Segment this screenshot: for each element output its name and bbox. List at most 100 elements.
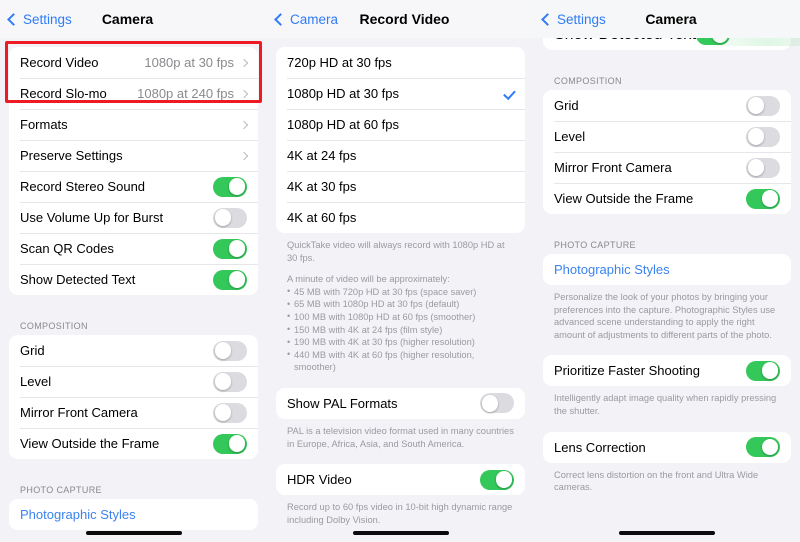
row-show-detected-text[interactable]: Show Detected Text bbox=[9, 264, 258, 295]
option-720p-30[interactable]: 720p HD at 30 fps bbox=[276, 47, 525, 78]
toggle-level[interactable] bbox=[213, 371, 247, 392]
row-label: Preserve Settings bbox=[20, 148, 123, 163]
row-hdr-video[interactable]: HDR Video bbox=[276, 464, 525, 496]
row-formats[interactable]: Formats bbox=[9, 109, 258, 140]
row-show-pal-formats[interactable]: Show PAL Formats bbox=[276, 387, 525, 419]
row-mirror-front-camera[interactable]: Mirror Front Camera bbox=[543, 152, 791, 183]
chevron-right-icon bbox=[239, 89, 249, 98]
row-label: Mirror Front Camera bbox=[20, 405, 138, 420]
row-photographic-styles[interactable]: Photographic Styles bbox=[9, 499, 258, 530]
back-button-camera[interactable]: Camera bbox=[267, 12, 338, 27]
row-label: Photographic Styles bbox=[554, 262, 670, 277]
hdr-video-group: HDR Video bbox=[276, 464, 525, 496]
toggle-level[interactable] bbox=[746, 126, 780, 147]
toggle-grid[interactable] bbox=[746, 95, 780, 116]
panel-camera-settings-scrolled: Settings Camera Show Detected Text COMPO… bbox=[534, 0, 800, 542]
toggle-show-pal-formats[interactable] bbox=[480, 393, 514, 414]
toggle-mirror-front-camera[interactable] bbox=[746, 157, 780, 178]
settings-scroll-area[interactable]: Show Detected Text COMPOSITION Grid Leve… bbox=[534, 38, 800, 542]
row-view-outside-the-frame[interactable]: View Outside the Frame bbox=[9, 428, 258, 459]
row-label: Record Slo-mo bbox=[20, 86, 107, 101]
option-label: 1080p HD at 60 fps bbox=[287, 117, 400, 132]
toggle-scan-qr-codes[interactable] bbox=[213, 238, 247, 259]
section-header-photo-capture: PHOTO CAPTURE bbox=[554, 240, 636, 250]
row-photographic-styles[interactable]: Photographic Styles bbox=[543, 254, 791, 285]
toggle-view-outside-the-frame[interactable] bbox=[746, 188, 780, 209]
toggle-grid[interactable] bbox=[213, 340, 247, 361]
row-label: Use Volume Up for Burst bbox=[20, 210, 164, 225]
chevron-right-icon bbox=[239, 151, 249, 160]
row-label: Prioritize Faster Shooting bbox=[554, 363, 700, 379]
prioritize-faster-shooting-group: Prioritize Faster Shooting bbox=[543, 355, 791, 387]
size-bullet: 150 MB with 4K at 24 fps (film style) bbox=[287, 323, 514, 337]
camera-main-group: Record Video 1080p at 30 fps Record Slo-… bbox=[9, 47, 258, 295]
option-label: 1080p HD at 30 fps bbox=[287, 86, 400, 101]
back-button-settings[interactable]: Settings bbox=[0, 12, 72, 27]
row-record-slo-mo[interactable]: Record Slo-mo 1080p at 240 fps bbox=[9, 78, 258, 109]
row-scan-qr-codes[interactable]: Scan QR Codes bbox=[9, 233, 258, 264]
row-view-outside-the-frame[interactable]: View Outside the Frame bbox=[543, 183, 791, 214]
size-bullet: 45 MB with 720p HD at 30 fps (space save… bbox=[287, 285, 514, 299]
three-panel-screenshot: Settings Camera Record Video 1080p at 30… bbox=[0, 0, 800, 542]
row-label: Show PAL Formats bbox=[287, 395, 398, 411]
toggle-mirror-front-camera[interactable] bbox=[213, 402, 247, 423]
row-label: Mirror Front Camera bbox=[554, 160, 672, 175]
row-mirror-front-camera[interactable]: Mirror Front Camera bbox=[9, 397, 258, 428]
lens-correction-note: Correct lens distortion on the front and… bbox=[554, 469, 759, 493]
size-bullet: 440 MB with 4K at 60 fps (higher resolut… bbox=[287, 348, 514, 374]
row-record-video[interactable]: Record Video 1080p at 30 fps bbox=[9, 47, 258, 78]
record-video-scroll-area[interactable]: 720p HD at 30 fps 1080p HD at 30 fps 108… bbox=[267, 38, 534, 542]
row-label: View Outside the Frame bbox=[554, 191, 694, 206]
row-show-detected-text-clipped[interactable]: Show Detected Text bbox=[543, 38, 791, 50]
row-label: Level bbox=[554, 129, 586, 144]
panel-record-video: Camera Record Video 720p HD at 30 fps 10… bbox=[267, 0, 534, 542]
option-label: 4K at 60 fps bbox=[287, 210, 357, 225]
toggle-show-detected-text[interactable] bbox=[696, 38, 731, 45]
toggle-show-detected-text[interactable] bbox=[213, 269, 247, 290]
row-label: Show Detected Text bbox=[20, 272, 136, 287]
home-indicator bbox=[85, 531, 182, 535]
row-label: View Outside the Frame bbox=[20, 436, 160, 451]
back-button-settings[interactable]: Settings bbox=[534, 12, 606, 27]
toggle-use-volume-up-for-burst[interactable] bbox=[213, 207, 247, 228]
chevron-left-icon bbox=[541, 12, 554, 26]
pal-formats-group: Show PAL Formats bbox=[276, 387, 525, 419]
photo-capture-group: Photographic Styles bbox=[9, 499, 258, 530]
home-indicator bbox=[352, 531, 449, 535]
row-grid[interactable]: Grid bbox=[9, 335, 258, 366]
toggle-view-outside-the-frame[interactable] bbox=[213, 433, 247, 454]
row-label: Grid bbox=[554, 98, 579, 113]
option-1080p-30[interactable]: 1080p HD at 30 fps bbox=[276, 78, 525, 109]
toggle-prioritize-faster-shooting[interactable] bbox=[746, 360, 780, 381]
video-size-footnote: QuickTake video will always record with … bbox=[276, 233, 525, 374]
row-prioritize-faster-shooting[interactable]: Prioritize Faster Shooting bbox=[543, 355, 791, 387]
row-label: Record Stereo Sound bbox=[20, 179, 146, 194]
back-button-label: Settings bbox=[557, 11, 606, 27]
row-use-volume-up-for-burst[interactable]: Use Volume Up for Burst bbox=[9, 202, 258, 233]
size-bullet: 65 MB with 1080p HD at 30 fps (default) bbox=[287, 298, 514, 311]
chevron-right-icon bbox=[239, 120, 249, 129]
row-label: HDR Video bbox=[287, 472, 352, 488]
toggle-record-stereo-sound[interactable] bbox=[213, 176, 247, 197]
row-grid[interactable]: Grid bbox=[543, 90, 791, 121]
composition-group: Grid Level Mirror Front Camera View Outs… bbox=[543, 90, 791, 214]
option-4k-30[interactable]: 4K at 30 fps bbox=[276, 171, 525, 202]
section-header-composition: COMPOSITION bbox=[554, 76, 622, 86]
toggle-lens-correction[interactable] bbox=[746, 437, 780, 458]
row-lens-correction[interactable]: Lens Correction bbox=[543, 431, 791, 463]
row-record-stereo-sound[interactable]: Record Stereo Sound bbox=[9, 171, 258, 202]
option-4k-60[interactable]: 4K at 60 fps bbox=[276, 202, 525, 233]
row-preserve-settings[interactable]: Preserve Settings bbox=[9, 140, 258, 171]
composition-group: Grid Level Mirror Front Camera View Outs… bbox=[9, 335, 258, 459]
photo-capture-group: Photographic Styles bbox=[543, 254, 791, 285]
back-button-label: Camera bbox=[290, 11, 339, 27]
row-value: 1080p at 240 fps bbox=[137, 86, 234, 101]
option-4k-24[interactable]: 4K at 24 fps bbox=[276, 140, 525, 171]
toggle-hdr-video[interactable] bbox=[480, 469, 514, 490]
row-level[interactable]: Level bbox=[9, 366, 258, 397]
video-resolution-options: 720p HD at 30 fps 1080p HD at 30 fps 108… bbox=[276, 47, 525, 233]
section-header-photo-capture: PHOTO CAPTURE bbox=[20, 485, 102, 495]
row-level[interactable]: Level bbox=[543, 121, 791, 152]
option-1080p-60[interactable]: 1080p HD at 60 fps bbox=[276, 109, 525, 140]
settings-scroll-area[interactable]: Record Video 1080p at 30 fps Record Slo-… bbox=[0, 38, 267, 542]
